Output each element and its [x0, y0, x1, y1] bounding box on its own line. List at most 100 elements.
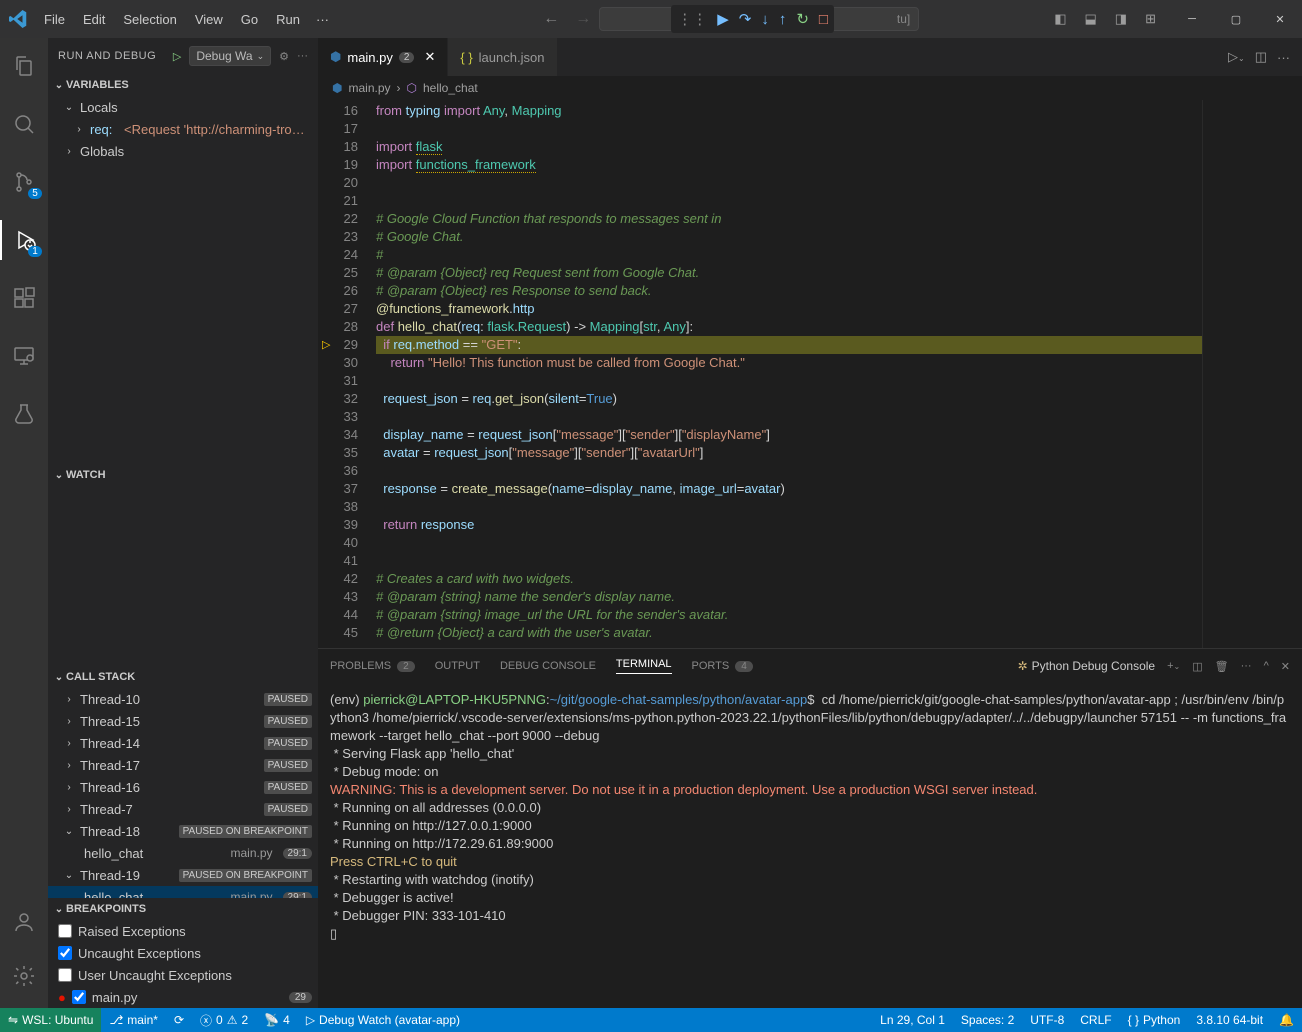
- accounts-icon[interactable]: [0, 902, 48, 942]
- encoding[interactable]: UTF-8: [1022, 1013, 1072, 1027]
- tab-main.py[interactable]: ⬢main.py2✕: [318, 38, 448, 76]
- source-control-icon[interactable]: 5: [0, 162, 48, 202]
- breakpoint-checkbox[interactable]: [58, 968, 72, 982]
- maximize-panel-icon[interactable]: ^: [1264, 660, 1269, 672]
- breakpoint-checkbox[interactable]: [58, 924, 72, 938]
- breakpoint-uncaught-exceptions[interactable]: Uncaught Exceptions: [48, 942, 318, 964]
- layout-bottom-icon[interactable]: ⬓: [1085, 11, 1097, 27]
- menu-file[interactable]: File: [36, 6, 73, 33]
- menu-go[interactable]: Go: [233, 6, 266, 33]
- search-icon[interactable]: [0, 104, 48, 144]
- language-mode[interactable]: { } Python: [1120, 1013, 1189, 1027]
- callstack-Thread-15[interactable]: ›Thread-15PAUSED: [48, 710, 318, 732]
- branch-indicator[interactable]: ⎇main*: [101, 1008, 166, 1032]
- callstack-Thread-14[interactable]: ›Thread-14PAUSED: [48, 732, 318, 754]
- close-tab-icon[interactable]: ✕: [424, 49, 435, 65]
- breakpoint-raised-exceptions[interactable]: Raised Exceptions: [48, 920, 318, 942]
- callstack-Thread-10[interactable]: ›Thread-10PAUSED: [48, 688, 318, 710]
- breakpoint-user-uncaught-exceptions[interactable]: User Uncaught Exceptions: [48, 964, 318, 986]
- cursor-position[interactable]: Ln 29, Col 1: [872, 1013, 953, 1027]
- terminal-output[interactable]: (env) pierrick@LAPTOP-HKU5PNNG:~/git/goo…: [318, 683, 1302, 1008]
- remote-explorer-icon[interactable]: [0, 336, 48, 376]
- indentation[interactable]: Spaces: 2: [953, 1013, 1022, 1027]
- continue-icon[interactable]: ▶: [717, 10, 729, 28]
- testing-icon[interactable]: [0, 394, 48, 434]
- variables-section[interactable]: ⌄VARIABLES: [48, 74, 318, 96]
- terminal-profile-select[interactable]: ✲ Python Debug Console: [1018, 659, 1155, 673]
- breakpoints-section[interactable]: ⌄BREAKPOINTS: [48, 898, 318, 920]
- maximize-button[interactable]: ▢: [1214, 0, 1258, 38]
- callstack-Thread-16[interactable]: ›Thread-16PAUSED: [48, 776, 318, 798]
- debug-sidebar: RUN AND DEBUG ▷ Debug Wa⌄ ⚙ ··· ⌄VARIABL…: [48, 38, 318, 1008]
- layout-left-icon[interactable]: ◧: [1054, 11, 1066, 27]
- watch-section[interactable]: ⌄WATCH: [48, 464, 318, 486]
- split-editor-icon[interactable]: ◫: [1255, 49, 1267, 65]
- python-interpreter[interactable]: 3.8.10 64-bit: [1188, 1013, 1271, 1027]
- start-debug-icon[interactable]: ▷: [173, 50, 181, 63]
- panel-tab-output[interactable]: OUTPUT: [435, 660, 480, 672]
- kill-terminal-icon[interactable]: 🗑: [1215, 660, 1229, 673]
- menu-edit[interactable]: Edit: [75, 6, 113, 33]
- tab-launch.json[interactable]: { }launch.json: [448, 38, 558, 76]
- restart-icon[interactable]: ↻: [796, 10, 809, 28]
- more-actions-icon[interactable]: ···: [1277, 50, 1290, 65]
- debug-status[interactable]: ▷ Debug Watch (avatar-app): [298, 1008, 468, 1032]
- run-icon[interactable]: ▷⌄: [1228, 49, 1245, 65]
- sync-indicator[interactable]: ⟳: [166, 1008, 192, 1032]
- run-debug-icon[interactable]: 1: [0, 220, 48, 260]
- breadcrumb[interactable]: ⬢main.py› ⬡hello_chat: [318, 76, 1302, 100]
- new-terminal-icon[interactable]: +⌄: [1167, 660, 1180, 672]
- panel-tab-problems[interactable]: PROBLEMS2: [330, 660, 415, 672]
- notifications-icon[interactable]: 🔔: [1271, 1013, 1302, 1027]
- menu-selection[interactable]: Selection: [115, 6, 184, 33]
- editor-tabs: ⬢main.py2✕{ }launch.json ▷⌄ ◫ ···: [318, 38, 1302, 76]
- menu-run[interactable]: Run: [268, 6, 308, 33]
- scope-locals[interactable]: ⌄Locals: [48, 96, 318, 118]
- menu-view[interactable]: View: [187, 6, 231, 33]
- scope-globals[interactable]: ›Globals: [48, 140, 318, 162]
- minimap[interactable]: [1202, 100, 1302, 648]
- panel: PROBLEMS2 OUTPUT DEBUG CONSOLE TERMINAL PORT…: [318, 648, 1302, 1008]
- callstack-section[interactable]: ⌄CALL STACK: [48, 666, 318, 688]
- debug-more-icon[interactable]: ···: [297, 50, 308, 62]
- eol[interactable]: CRLF: [1072, 1013, 1119, 1027]
- sidebar-title: RUN AND DEBUG: [58, 50, 165, 62]
- callstack-Thread-18[interactable]: ⌄Thread-18PAUSED ON BREAKPOINT: [48, 820, 318, 842]
- panel-more-icon[interactable]: ···: [1241, 660, 1252, 672]
- debug-settings-icon[interactable]: ⚙: [279, 50, 289, 63]
- explorer-icon[interactable]: [0, 46, 48, 86]
- callstack-Thread-19[interactable]: ⌄Thread-19PAUSED ON BREAKPOINT: [48, 864, 318, 886]
- breakpoint-main.py[interactable]: ●main.py29: [48, 986, 318, 1008]
- nav-back-icon[interactable]: ←: [543, 10, 559, 28]
- stop-icon[interactable]: □: [819, 11, 828, 28]
- breakpoint-checkbox[interactable]: [72, 990, 86, 1004]
- callstack-Thread-17[interactable]: ›Thread-17PAUSED: [48, 754, 318, 776]
- layout-customize-icon[interactable]: ⊞: [1145, 11, 1156, 27]
- panel-tab-ports[interactable]: PORTS4: [692, 660, 753, 672]
- problems-indicator[interactable]: ⓧ 0 ⚠ 2: [192, 1008, 256, 1032]
- callstack-Thread-7[interactable]: ›Thread-7PAUSED: [48, 798, 318, 820]
- close-button[interactable]: ✕: [1258, 0, 1302, 38]
- drag-handle-icon[interactable]: ⋮⋮: [677, 10, 707, 28]
- menu-overflow[interactable]: ···: [308, 6, 337, 33]
- callstack-hello_chat[interactable]: hello_chatmain.py29:1: [48, 842, 318, 864]
- split-terminal-icon[interactable]: ◫: [1192, 660, 1202, 673]
- panel-tab-terminal[interactable]: TERMINAL: [616, 658, 672, 674]
- nav-forward-icon[interactable]: →: [575, 10, 591, 28]
- settings-icon[interactable]: [0, 956, 48, 996]
- minimize-button[interactable]: ─: [1170, 0, 1214, 38]
- extensions-icon[interactable]: [0, 278, 48, 318]
- ports-indicator[interactable]: 📡 4: [256, 1008, 298, 1032]
- step-over-icon[interactable]: ↷: [739, 10, 752, 28]
- debug-config-select[interactable]: Debug Wa⌄: [189, 46, 271, 66]
- close-panel-icon[interactable]: ✕: [1281, 660, 1290, 673]
- editor[interactable]: 16171819202122232425262728▷2930313233343…: [318, 100, 1302, 648]
- step-out-icon[interactable]: ↑: [779, 11, 787, 28]
- breakpoint-checkbox[interactable]: [58, 946, 72, 960]
- layout-right-icon[interactable]: ◨: [1115, 11, 1127, 27]
- callstack-hello_chat[interactable]: hello_chatmain.py29:1: [48, 886, 318, 898]
- remote-indicator[interactable]: ⇋WSL: Ubuntu: [0, 1008, 101, 1032]
- step-into-icon[interactable]: ↓: [761, 11, 769, 28]
- variable-req[interactable]: ›req: <Request 'http://charming-tro…: [48, 118, 318, 140]
- panel-tab-debug-console[interactable]: DEBUG CONSOLE: [500, 660, 596, 672]
